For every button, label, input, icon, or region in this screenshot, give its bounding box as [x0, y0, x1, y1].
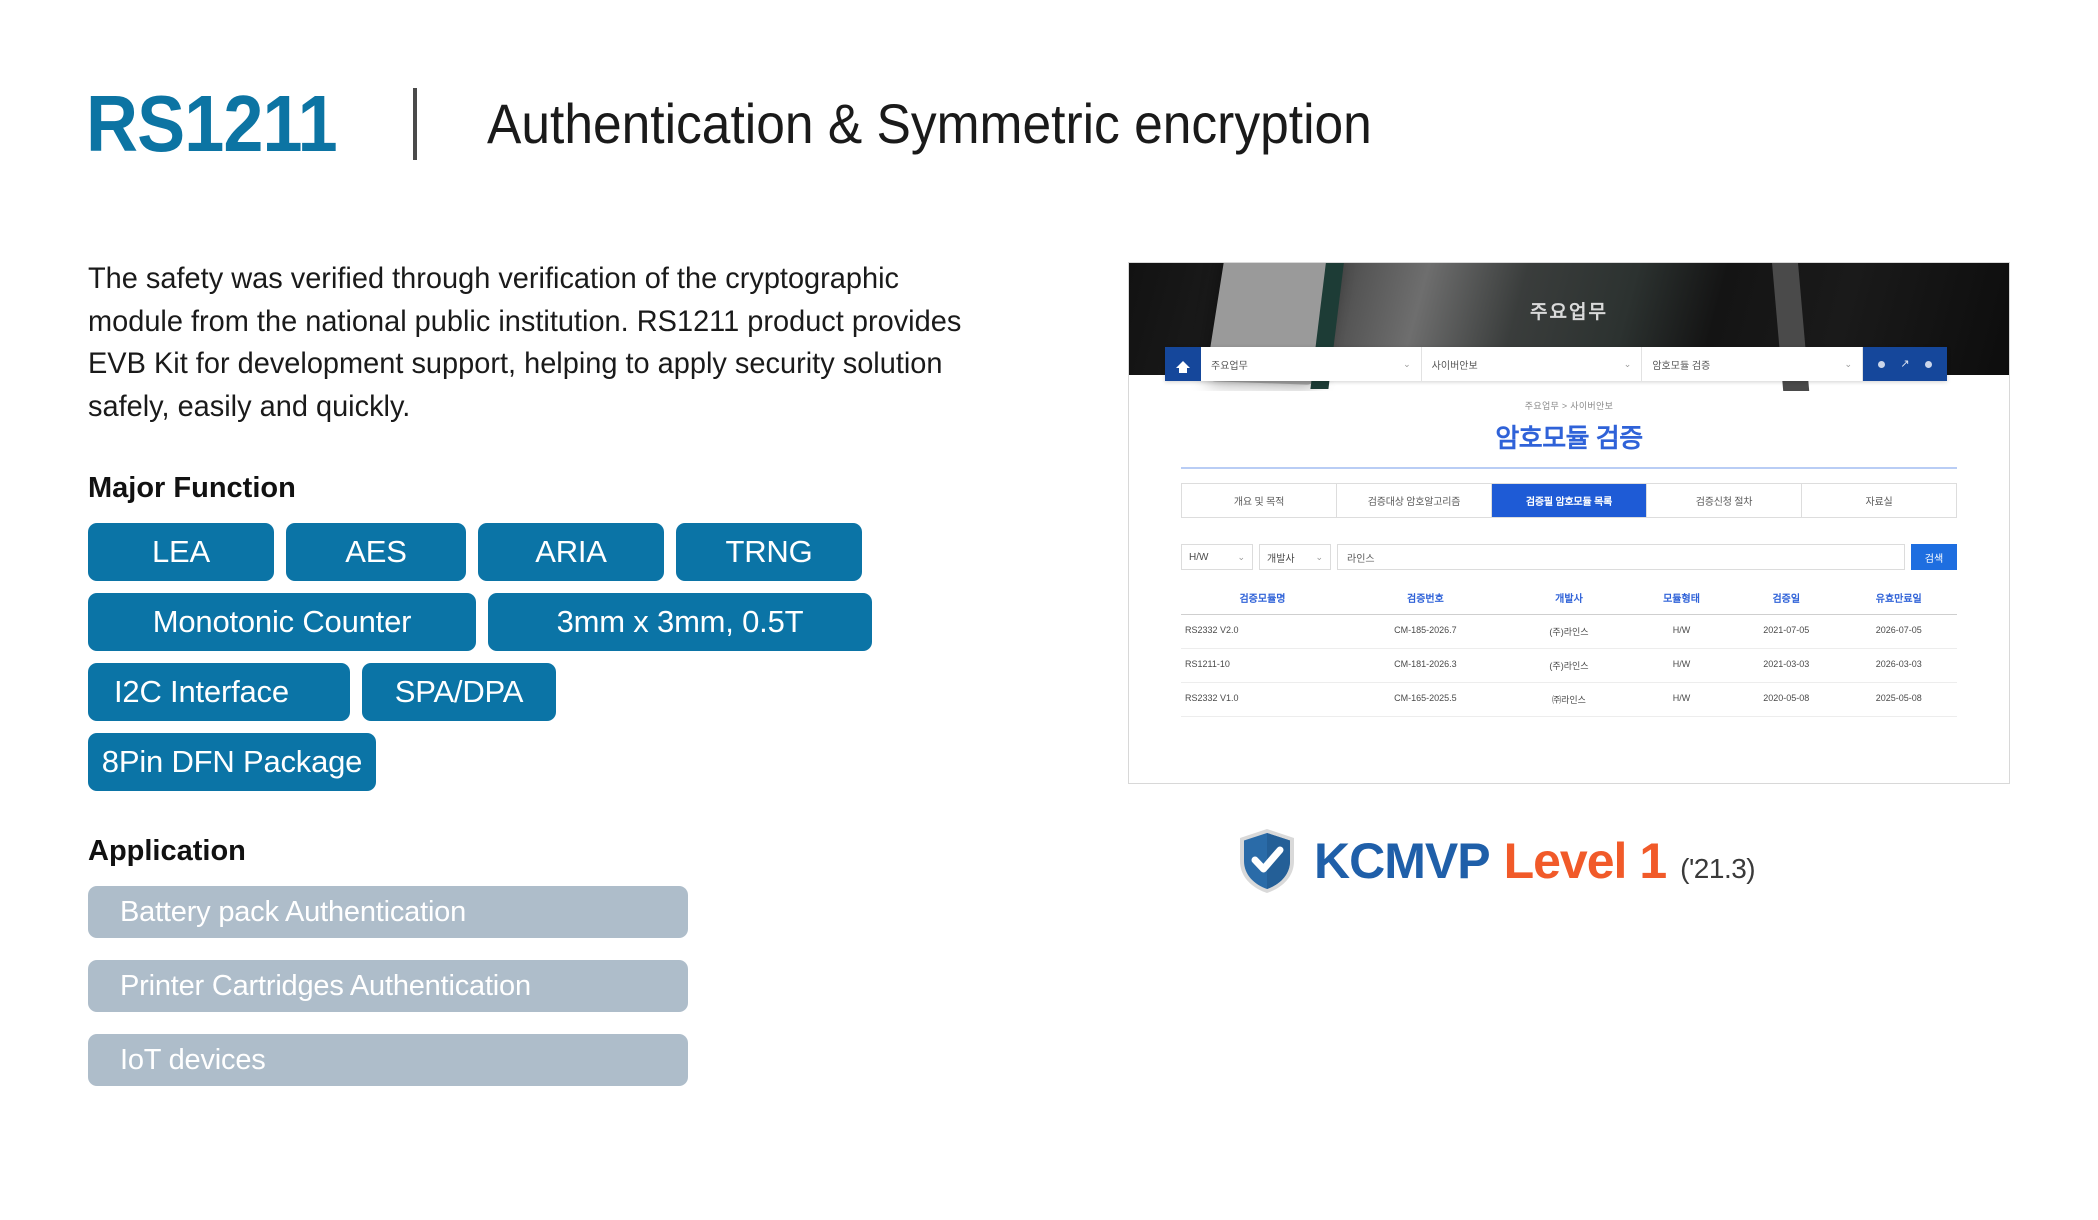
kcmvp-level-label: Level 1 [1503, 833, 1668, 889]
filter-developer[interactable]: 개발사 ⌄ [1259, 544, 1331, 570]
cell-cert-number: CM-165-2025.5 [1394, 693, 1457, 703]
cell-module-type: H/W [1672, 659, 1691, 669]
application-list: Battery pack Authentication Printer Cart… [88, 886, 1028, 1087]
major-function-heading: Major Function [88, 472, 296, 505]
cell-expiry-date: 2026-07-05 [1875, 625, 1922, 635]
cell-cert-number: CM-185-2026.7 [1394, 625, 1457, 635]
nav-dropdown-primary-label: 주요업무 [1211, 360, 1248, 372]
minus-icon[interactable] [1878, 360, 1886, 368]
kcmvp-certification-badge: KCMVP Level 1 ('21.3) [1238, 828, 1756, 894]
nav-dropdown-tertiary[interactable]: 암호모듈 검증 ⌄ [1642, 347, 1864, 381]
chip-row: LEA AES ARIA TRNG [88, 523, 1028, 582]
home-button[interactable] [1165, 347, 1201, 381]
cell-module-type: H/W [1672, 625, 1691, 635]
table-row[interactable]: RS2332 V2.0 CM-185-2026.7 (주)라인스 H/W 202… [1181, 615, 1957, 649]
filter-developer-value: 개발사 [1267, 553, 1295, 565]
title-underline [1181, 467, 1957, 469]
site-content: 주요업무 > 사이버안보 암호모듈 검증 개요 및 목적 검증대상 암호알고리즘… [1129, 391, 2009, 783]
chevron-down-icon: ⌄ [1315, 551, 1323, 562]
cell-expiry-date: 2025-05-08 [1875, 693, 1922, 703]
tab-procedure[interactable]: 검증신청 절차 [1647, 484, 1802, 517]
table-row[interactable]: RS1211-10 CM-181-2026.3 (주)라인스 H/W 2021-… [1181, 649, 1957, 683]
list-item[interactable]: Printer Cartridges Authentication [88, 960, 688, 1013]
tab-algorithms[interactable]: 검증대상 암호알고리즘 [1337, 484, 1492, 517]
nav-dropdown-tertiary-label: 암호모듈 검증 [1652, 360, 1711, 372]
feature-chip-aes[interactable]: AES [286, 523, 466, 582]
filter-module-type-value: H/W [1189, 551, 1209, 563]
chevron-down-icon: ⌄ [1623, 358, 1632, 369]
feature-chip-spa-dpa[interactable]: SPA/DPA [362, 663, 556, 722]
cell-module-name: RS1211-10 [1185, 659, 1230, 669]
slide-header: RS1211 Authentication & Symmetric encryp… [86, 78, 1448, 170]
module-results-table: 검증모듈명 검증번호 개발사 모듈형태 검증일 유효만료일 RS2332 V2.… [1181, 590, 1957, 717]
search-filter-bar: H/W ⌄ 개발사 ⌄ 라인스 검색 [1181, 544, 1957, 570]
left-content-column: The safety was verified through verifica… [88, 258, 1028, 1087]
cell-cert-date: 2021-07-05 [1763, 625, 1810, 635]
intro-paragraph: The safety was verified through verifica… [88, 262, 962, 423]
page-title: RS1211 [86, 79, 338, 168]
cell-developer: (주)라인스 [1549, 627, 1589, 637]
search-input[interactable]: 라인스 [1337, 544, 1905, 570]
kcmvp-label: KCMVP [1314, 833, 1491, 889]
nav-action-button-group: ↗ [1863, 347, 1948, 381]
cell-module-name: RS2332 V2.0 [1185, 625, 1239, 635]
chip-row: 8Pin DFN Package [88, 733, 1028, 792]
slide-root: RS1211 Authentication & Symmetric encryp… [0, 0, 2098, 1220]
table-header-row: 검증모듈명 검증번호 개발사 모듈형태 검증일 유효만료일 [1181, 590, 1957, 615]
feature-chip-8pin-dfn-package[interactable]: 8Pin DFN Package [88, 733, 376, 792]
hero-title: 주요업무 [1530, 302, 1608, 323]
tab-bar: 개요 및 목적 검증대상 암호알고리즘 검증필 암호모듈 목록 검증신청 절차 … [1181, 483, 1957, 518]
column-header-module-name: 검증모듈명 [1239, 594, 1286, 605]
column-header-developer: 개발사 [1555, 594, 1583, 605]
nav-dropdown-primary[interactable]: 주요업무 ⌄ [1201, 347, 1422, 381]
chip-row: Monotonic Counter 3mm x 3mm, 0.5T [88, 593, 1028, 652]
feature-chip-trng[interactable]: TRNG [676, 523, 862, 582]
site-page-title: 암호모듈 검증 [1495, 423, 1643, 453]
kcmvp-website-screenshot: 주요업무 주요업무 ⌄ 사이버안보 ⌄ 암호모듈 검증 ⌄ ↗ 주요업무 > 사… [1128, 262, 2010, 784]
column-header-cert-date: 검증일 [1772, 594, 1801, 605]
refresh-icon[interactable]: ↗ [1900, 358, 1909, 370]
cell-module-name: RS2332 V1.0 [1185, 693, 1239, 703]
tab-resources[interactable]: 자료실 [1802, 484, 1956, 517]
column-header-module-type: 모듈형태 [1663, 594, 1700, 605]
chevron-down-icon: ⌄ [1237, 551, 1245, 562]
feature-chip-i2c-interface[interactable]: I2C Interface [88, 663, 350, 722]
kcmvp-date-label: ('21.3) [1680, 853, 1756, 884]
cell-developer: ㈜라인스 [1552, 695, 1586, 705]
tab-overview[interactable]: 개요 및 목적 [1182, 484, 1337, 517]
feature-chip-lea[interactable]: LEA [88, 523, 274, 582]
chip-row: I2C Interface SPA/DPA [88, 663, 1028, 722]
feature-chip-package-size[interactable]: 3mm x 3mm, 0.5T [488, 593, 872, 652]
nav-dropdown-secondary-label: 사이버안보 [1431, 360, 1478, 372]
chevron-down-icon: ⌄ [1403, 358, 1411, 369]
search-button[interactable]: 검색 [1911, 544, 1957, 570]
cell-developer: (주)라인스 [1549, 661, 1589, 671]
breadcrumb: 주요업무 > 사이버안보 [1524, 401, 1614, 411]
feature-chip-monotonic-counter[interactable]: Monotonic Counter [88, 593, 476, 652]
list-item[interactable]: IoT devices [88, 1034, 688, 1087]
list-item[interactable]: Battery pack Authentication [88, 886, 688, 939]
application-heading: Application [88, 835, 246, 868]
chevron-down-icon: ⌄ [1844, 358, 1853, 369]
cell-module-type: H/W [1672, 693, 1691, 703]
cell-cert-date: 2020-05-08 [1763, 693, 1810, 703]
table-row[interactable]: RS2332 V1.0 CM-165-2025.5 ㈜라인스 H/W 2020-… [1181, 683, 1957, 717]
shield-check-icon [1238, 828, 1296, 894]
column-header-expiry-date: 유효만료일 [1875, 594, 1922, 605]
page-subtitle: Authentication & Symmetric encryption [486, 92, 1372, 155]
filter-module-type[interactable]: H/W ⌄ [1181, 544, 1253, 570]
cell-cert-number: CM-181-2026.3 [1394, 659, 1457, 669]
cell-cert-date: 2021-03-03 [1763, 659, 1810, 669]
feature-chip-aria[interactable]: ARIA [478, 523, 664, 582]
plus-icon[interactable] [1924, 360, 1932, 368]
kcmvp-text-group: KCMVP Level 1 ('21.3) [1314, 832, 1756, 890]
tab-module-list[interactable]: 검증필 암호모듈 목록 [1492, 484, 1647, 517]
home-icon [1176, 360, 1190, 373]
cell-expiry-date: 2026-03-03 [1875, 659, 1922, 669]
column-header-cert-number: 검증번호 [1407, 594, 1444, 605]
nav-dropdown-secondary[interactable]: 사이버안보 ⌄ [1421, 347, 1643, 381]
major-function-chip-group: LEA AES ARIA TRNG Monotonic Counter 3mm … [88, 523, 1028, 792]
title-divider [412, 88, 417, 160]
site-navigation-bar: 주요업무 ⌄ 사이버안보 ⌄ 암호모듈 검증 ⌄ ↗ [1165, 347, 1948, 381]
